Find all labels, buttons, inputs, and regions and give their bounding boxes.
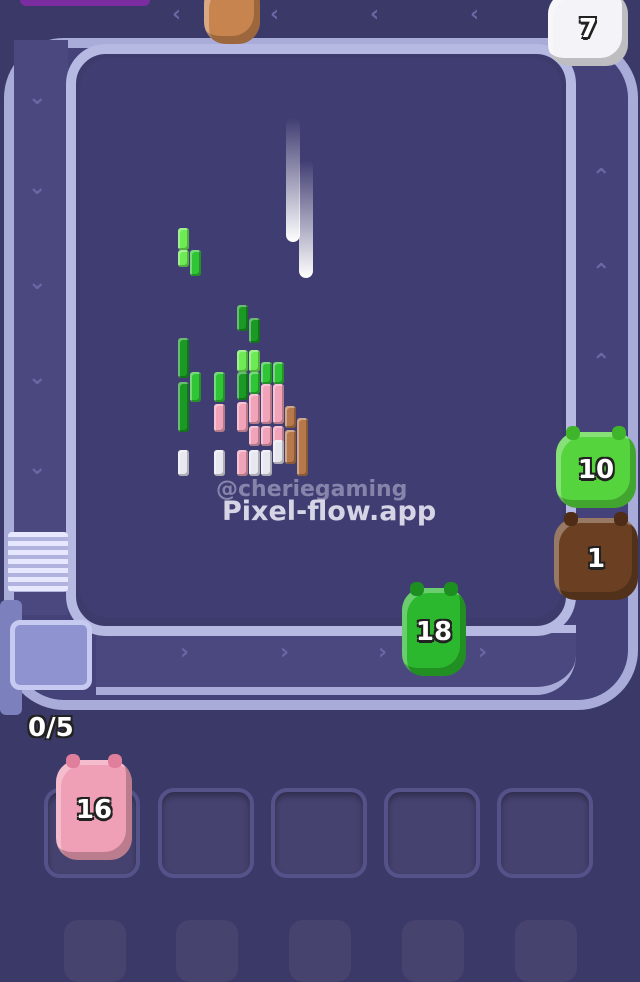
waiting-slot[interactable] bbox=[158, 788, 254, 878]
pixel-block bbox=[273, 384, 284, 424]
pixel-block bbox=[261, 426, 272, 446]
pixel-block bbox=[190, 372, 201, 402]
chevron-right-icon: › bbox=[280, 640, 290, 665]
pixel-block bbox=[261, 384, 272, 424]
pixel-block bbox=[178, 250, 189, 267]
chevron-up-icon: ⌃ bbox=[592, 260, 611, 285]
pig-ear bbox=[410, 582, 424, 596]
projectile-streak bbox=[286, 118, 300, 242]
pig-ear bbox=[566, 426, 580, 440]
queue-ghost bbox=[289, 920, 351, 982]
chevron-down-icon: ⌄ bbox=[28, 365, 47, 390]
pixel-board bbox=[80, 58, 562, 618]
white-pig-shooter[interactable]: 7 bbox=[548, 0, 628, 66]
pixel-block bbox=[273, 440, 284, 464]
chevron-down-icon: ⌄ bbox=[28, 175, 47, 200]
chevron-right-icon: › bbox=[378, 640, 388, 665]
conveyor-gate bbox=[10, 620, 92, 690]
pixel-block bbox=[190, 250, 201, 276]
waiting-slot[interactable] bbox=[384, 788, 480, 878]
pixel-block bbox=[249, 350, 260, 372]
pixel-block bbox=[285, 406, 296, 428]
pixel-block bbox=[249, 372, 260, 394]
pixel-block bbox=[214, 372, 225, 402]
pixel-block bbox=[261, 450, 272, 476]
pig-ear bbox=[564, 512, 578, 526]
chevron-left-icon: ‹ bbox=[370, 2, 380, 27]
pixel-block bbox=[249, 450, 260, 476]
pixel-block bbox=[178, 338, 189, 378]
queue-ghost bbox=[64, 920, 126, 982]
chevron-right-icon: › bbox=[478, 640, 488, 665]
pixel-block bbox=[273, 362, 284, 384]
pixel-block bbox=[237, 450, 248, 476]
green-pig-shooter-track[interactable]: 18 bbox=[402, 582, 466, 676]
watermark-site: Pixel-flow.app bbox=[222, 496, 437, 527]
stairs-icon bbox=[8, 532, 68, 592]
queue-ghost bbox=[402, 920, 464, 982]
shooter-count: 18 bbox=[415, 617, 453, 647]
pixel-block bbox=[237, 372, 248, 400]
pixel-block bbox=[237, 305, 248, 331]
brown-pig-shooter-right[interactable]: 1 bbox=[554, 512, 638, 600]
pixel-block bbox=[261, 362, 272, 384]
top-progress-bar bbox=[20, 0, 150, 6]
pixel-block bbox=[249, 318, 260, 343]
pixel-block bbox=[249, 394, 260, 424]
pixel-block bbox=[249, 426, 260, 446]
pig-ear bbox=[66, 754, 80, 768]
queue-ghost bbox=[176, 920, 238, 982]
pig-ear bbox=[614, 512, 628, 526]
pig-ear bbox=[444, 582, 458, 596]
chevron-left-icon: ‹ bbox=[172, 2, 182, 27]
pixel-block bbox=[237, 350, 248, 372]
chevron-right-icon: › bbox=[180, 640, 190, 665]
shooter-count: 10 bbox=[577, 455, 615, 485]
chevron-down-icon: ⌄ bbox=[28, 270, 47, 295]
chevron-down-icon: ⌄ bbox=[28, 455, 47, 480]
pixel-block bbox=[285, 430, 296, 464]
queue-ghost bbox=[515, 920, 577, 982]
projectile-streak bbox=[299, 160, 313, 278]
shooter-count: 16 bbox=[75, 795, 113, 825]
chevron-left-icon: ‹ bbox=[270, 2, 280, 27]
pixel-block bbox=[214, 404, 225, 432]
chevron-left-icon: ‹ bbox=[470, 2, 480, 27]
shooter-count: 7 bbox=[578, 14, 598, 44]
brown-pig-shooter-top[interactable] bbox=[204, 0, 260, 44]
pixel-block bbox=[178, 450, 189, 476]
waiting-slot[interactable] bbox=[271, 788, 367, 878]
chevron-up-icon: ⌃ bbox=[592, 350, 611, 375]
pixel-block bbox=[237, 402, 248, 432]
conveyor-lane-left bbox=[14, 40, 68, 615]
pixel-block bbox=[178, 382, 189, 432]
shooter-count: 1 bbox=[586, 544, 606, 574]
pig-ear bbox=[108, 754, 122, 768]
slot-counter: 0/5 bbox=[28, 713, 74, 743]
pig-ear bbox=[612, 426, 626, 440]
pink-pig-shooter-slot[interactable]: 16 bbox=[56, 754, 132, 860]
chevron-down-icon: ⌄ bbox=[28, 85, 47, 110]
pixel-block bbox=[214, 450, 225, 476]
pixel-block bbox=[297, 418, 308, 476]
green-pig-shooter-right[interactable]: 10 bbox=[556, 426, 636, 508]
waiting-slot[interactable] bbox=[497, 788, 593, 878]
pixel-block bbox=[178, 228, 189, 250]
chevron-up-icon: ⌃ bbox=[592, 165, 611, 190]
